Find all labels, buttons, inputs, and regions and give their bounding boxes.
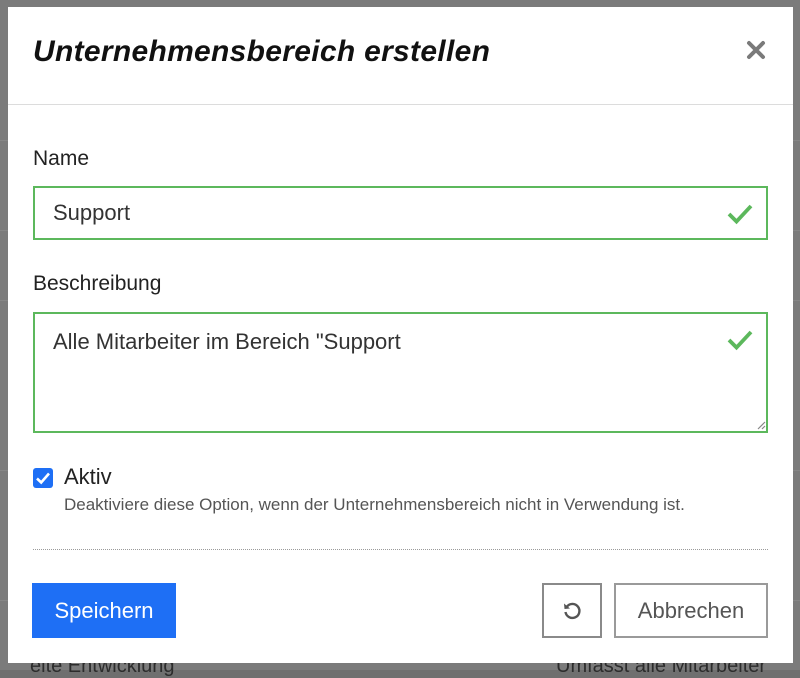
close-button[interactable]	[741, 35, 771, 65]
dialog-title: Unternehmensbereich erstellen	[33, 35, 491, 68]
description-label: Beschreibung	[33, 272, 162, 295]
reset-icon	[564, 602, 581, 619]
create-business-unit-dialog: Unternehmensbereich erstellen Name Besch…	[8, 7, 793, 663]
resize-handle[interactable]	[756, 420, 766, 430]
reset-button[interactable]	[542, 583, 602, 638]
name-input[interactable]	[33, 186, 768, 240]
active-label: Aktiv	[64, 464, 112, 489]
footer-divider	[33, 549, 768, 550]
cancel-button[interactable]: Abbrechen	[614, 583, 768, 638]
close-icon	[747, 41, 765, 59]
active-help-text: Deaktiviere diese Option, wenn der Unter…	[64, 495, 685, 514]
checkmark-icon	[727, 330, 753, 351]
active-checkbox[interactable]	[33, 468, 53, 488]
save-button[interactable]: Speichern	[32, 583, 176, 638]
name-label: Name	[33, 147, 90, 170]
checkmark-icon	[727, 204, 753, 225]
dialog-header: Unternehmensbereich erstellen	[8, 7, 793, 105]
checkbox-check-icon	[36, 472, 50, 485]
description-textarea[interactable]: Alle Mitarbeiter im Bereich "Support	[33, 312, 768, 433]
